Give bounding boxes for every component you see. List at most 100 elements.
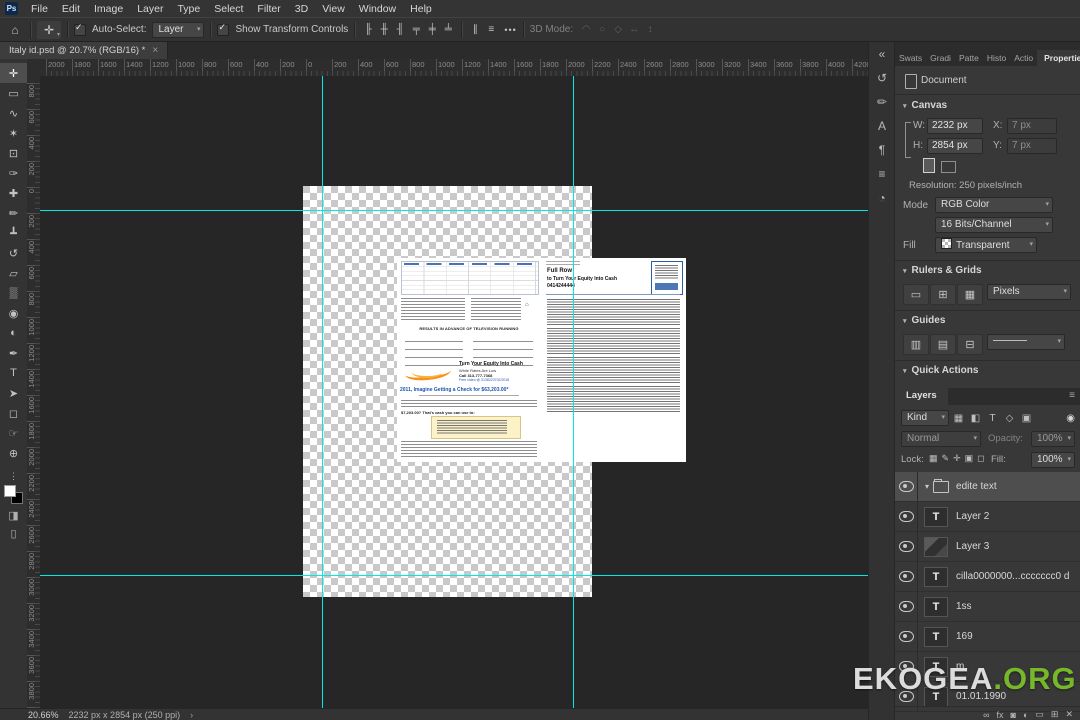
grid-overlay-icon[interactable]: ▦ — [957, 284, 983, 305]
menu-3d[interactable]: 3D — [288, 3, 315, 15]
section-guides[interactable]: Guides — [903, 315, 946, 326]
bit-depth-dropdown[interactable]: 16 Bits/Channel — [935, 217, 1053, 233]
layer-row-cilla0000000-ccccccc0-d[interactable]: Tcilla0000000...ccccccc0 d — [895, 562, 1080, 592]
visibility-toggle[interactable] — [895, 562, 918, 591]
type-tool[interactable]: T — [0, 363, 27, 383]
distribute-vertical-icon[interactable]: ≡ — [484, 21, 498, 39]
show-transform-checkbox[interactable] — [217, 22, 230, 36]
align-top-edges-icon[interactable]: ╤ — [409, 21, 423, 39]
clock-panel-icon[interactable]: ◔ — [869, 186, 895, 210]
pen-tool[interactable]: ✒ — [0, 343, 27, 363]
align-bottom-edges-icon[interactable]: ╧ — [441, 21, 455, 39]
glyphs-panel-icon[interactable]: ≡ — [869, 162, 895, 186]
height-field[interactable]: 2854 px — [927, 138, 983, 154]
panel-tab-actio[interactable]: Actio — [1010, 50, 1037, 66]
character-panel-icon[interactable]: A — [869, 114, 895, 138]
align-right-edges-icon[interactable]: ╢ — [393, 21, 407, 39]
section-rulers-grids[interactable]: Rulers & Grids — [903, 265, 982, 276]
visibility-toggle[interactable] — [895, 532, 918, 561]
vertical-guide[interactable] — [573, 76, 574, 708]
filter-toggle-icon[interactable]: ◉ — [1066, 413, 1075, 424]
units-dropdown[interactable]: Pixels — [987, 284, 1071, 300]
vertical-guide[interactable] — [322, 76, 323, 708]
home-icon[interactable]: ⌂ — [6, 21, 24, 39]
landscape-orientation-icon[interactable] — [941, 161, 956, 173]
auto-select-checkbox[interactable] — [74, 22, 86, 36]
smart-object-filter-icon[interactable]: ▣ — [1020, 413, 1033, 424]
panel-tab-properties[interactable]: Properties — [1037, 50, 1080, 66]
move-tool[interactable]: ✛ — [0, 63, 27, 83]
panel-tab-swats[interactable]: Swats — [895, 50, 926, 66]
fill-dropdown[interactable]: Transparent — [935, 237, 1037, 253]
eyedropper-tool[interactable]: ✑ — [0, 163, 27, 183]
eraser-tool[interactable]: ▱ — [0, 263, 27, 283]
edit-toolbar-icon[interactable]: ⋮ — [0, 471, 27, 482]
layer-fill-field[interactable]: 100% — [1031, 452, 1075, 468]
color-swatches[interactable] — [4, 485, 23, 504]
menu-window[interactable]: Window — [352, 3, 403, 15]
marquee-tool[interactable]: ▭ — [0, 83, 27, 103]
adjustment-filter-icon[interactable]: ◧ — [969, 413, 982, 424]
tab-layers[interactable]: Layers — [895, 388, 948, 405]
shape-filter-icon[interactable]: ◇ — [1003, 413, 1016, 424]
blend-mode-dropdown[interactable]: Normal — [901, 431, 981, 447]
history-panel-icon[interactable]: ↺ — [869, 66, 895, 90]
layer-row-169[interactable]: T 169 — [895, 622, 1080, 652]
menu-layer[interactable]: Layer — [130, 3, 170, 15]
crop-tool[interactable]: ⊡ — [0, 143, 27, 163]
document-tab[interactable]: Italy id.psd @ 20.7% (RGB/16) * × — [0, 42, 169, 59]
lock-position-icon[interactable]: ✛ — [953, 453, 961, 464]
link-dimensions-icon[interactable] — [905, 122, 911, 158]
panel-menu-icon[interactable]: ≡ — [1063, 388, 1080, 405]
panel-tab-patte[interactable]: Patte — [955, 50, 983, 66]
horizontal-guide[interactable] — [40, 575, 868, 576]
clone-stamp-tool[interactable]: ┻ — [0, 223, 27, 243]
zoom-tool[interactable]: ⊕ — [0, 443, 27, 463]
visibility-toggle[interactable] — [895, 502, 918, 531]
quick-mask-icon[interactable]: ◨ — [0, 509, 27, 522]
history-brush-tool[interactable]: ↺ — [0, 243, 27, 263]
delete-layer-icon[interactable]: ✕ — [1065, 709, 1073, 720]
group-expander-icon[interactable]: ▾ — [925, 482, 929, 491]
gradient-tool[interactable]: ▒ — [0, 283, 27, 303]
align-horizontal-centers-icon[interactable]: ╫ — [377, 21, 391, 39]
new-guide-icon[interactable]: ▥ — [903, 334, 929, 355]
expand-panels-icon[interactable]: « — [869, 42, 895, 66]
current-tool-icon[interactable]: ✛ — [37, 20, 61, 39]
lock-artboard-icon[interactable]: ▣ — [965, 453, 974, 464]
adjustment-layer-icon[interactable]: ◐ — [1023, 710, 1028, 720]
visibility-toggle[interactable] — [895, 472, 918, 501]
auto-select-target-dropdown[interactable]: Layer — [152, 21, 205, 38]
new-layer-icon[interactable]: ⊞ — [1051, 709, 1059, 720]
menu-help[interactable]: Help — [403, 3, 439, 15]
layer-row-layer-3[interactable]: Layer 3 — [895, 532, 1080, 562]
kind-filter-dropdown[interactable]: Kind — [901, 410, 949, 426]
opacity-field[interactable]: 100% — [1031, 431, 1075, 447]
menu-select[interactable]: Select — [207, 3, 250, 15]
menu-view[interactable]: View — [315, 3, 352, 15]
layer-group-icon[interactable]: ▭ — [1035, 709, 1044, 720]
brush-settings-panel-icon[interactable]: ✏ — [869, 90, 895, 114]
layer-row-edite-text[interactable]: ▾ edite text — [895, 472, 1080, 502]
horizontal-ruler[interactable]: 2000 1800 1600 1400 1200 1000 800 600 400 200 0 200… — [40, 59, 868, 77]
portrait-orientation-icon[interactable] — [923, 158, 935, 173]
visibility-toggle[interactable] — [895, 622, 918, 651]
layer-mask-icon[interactable]: ◙ — [1011, 710, 1016, 720]
panel-tab-gradi[interactable]: Gradi — [926, 50, 955, 66]
lasso-tool[interactable]: ∿ — [0, 103, 27, 123]
foreground-color-swatch[interactable] — [4, 485, 16, 497]
dodge-tool[interactable]: ◐ — [0, 323, 27, 343]
ruler-icon[interactable]: ▭ — [903, 284, 929, 305]
section-canvas[interactable]: Canvas — [903, 100, 948, 111]
shape-tool[interactable]: ◻ — [0, 403, 27, 423]
menu-edit[interactable]: Edit — [55, 3, 87, 15]
menu-file[interactable]: File — [24, 3, 55, 15]
status-flyout-icon[interactable]: › — [190, 710, 193, 720]
screen-mode-icon[interactable]: ▯ — [0, 527, 27, 540]
panel-tab-histo[interactable]: Histo — [983, 50, 1010, 66]
layer-row-1ss[interactable]: T 1ss — [895, 592, 1080, 622]
align-vertical-centers-icon[interactable]: ╪ — [425, 21, 439, 39]
layer-row-m[interactable]: Tm — [895, 652, 1080, 682]
menu-type[interactable]: Type — [170, 3, 207, 15]
visibility-toggle[interactable] — [895, 592, 918, 621]
